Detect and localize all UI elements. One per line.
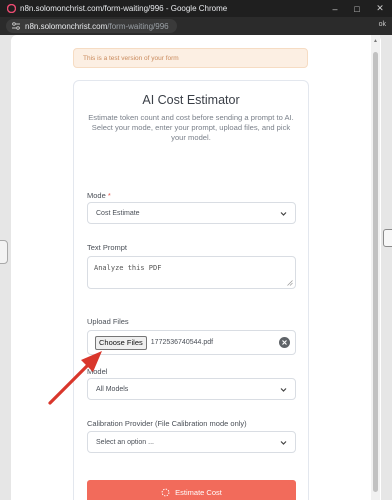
scroll-up-icon[interactable]: ▲: [373, 38, 378, 44]
calibration-select[interactable]: Select an option ...: [87, 431, 296, 453]
form-card: AI Cost Estimator Estimate token count a…: [73, 80, 309, 500]
model-select[interactable]: All Models: [87, 378, 296, 400]
chevron-down-icon: [280, 441, 287, 445]
prompt-label: Text Prompt: [87, 243, 128, 252]
required-mark: *: [107, 191, 111, 200]
mode-select-value: Cost Estimate: [96, 209, 140, 217]
test-version-banner: This is a test version of your form: [73, 48, 308, 68]
mode-select[interactable]: Cost Estimate: [87, 202, 296, 224]
selected-file-name: 1772536740544.pdf: [150, 339, 214, 346]
calibration-label: Calibration Provider (File Calibration m…: [87, 419, 247, 428]
estimate-cost-label: Estimate Cost: [175, 487, 222, 497]
annotation-arrow-icon: [48, 351, 102, 405]
mode-label: Mode *: [87, 191, 111, 200]
window-title: n8n.solomonchrist.com/form-waiting/996 -…: [20, 4, 228, 13]
close-icon[interactable]: ✕: [368, 0, 392, 17]
form-title: AI Cost Estimator: [142, 93, 240, 107]
close-icon: [282, 340, 287, 345]
prompt-text: Analyze this PDF: [94, 264, 162, 272]
window-titlebar: n8n.solomonchrist.com/form-waiting/996 -…: [0, 0, 392, 17]
background-workflow-node: [383, 229, 392, 247]
mode-label-text: Mode: [87, 191, 106, 200]
background-tab-text: ok: [378, 21, 386, 28]
prompt-textarea[interactable]: Analyze this PDF: [87, 256, 296, 289]
minimize-icon[interactable]: –: [324, 0, 346, 17]
calibration-select-value: Select an option ...: [96, 438, 154, 446]
n8n-app-icon: [7, 4, 16, 13]
chevron-down-icon: [280, 212, 287, 216]
url-field[interactable]: n8n.solomonchrist.com/form-waiting/996: [6, 19, 177, 33]
url-host: n8n.solomonchrist.com: [25, 21, 108, 31]
file-upload-field: Choose Files 1772536740544.pdf: [87, 330, 296, 355]
scrollbar-thumb[interactable]: [373, 52, 378, 492]
loading-spinner-icon: [161, 488, 170, 496]
form-modal: This is a test version of your form AI C…: [11, 35, 381, 500]
estimate-cost-button[interactable]: Estimate Cost: [87, 480, 296, 500]
url-path: /form-waiting/996: [107, 21, 169, 31]
upload-label: Upload Files: [87, 317, 129, 326]
chevron-down-icon: [280, 388, 287, 392]
background-workflow-node: [0, 240, 8, 264]
clear-file-button[interactable]: [279, 337, 290, 348]
address-bar: n8n.solomonchrist.com/form-waiting/996: [0, 17, 392, 35]
maximize-icon[interactable]: □: [346, 0, 368, 17]
resize-handle-icon[interactable]: [287, 280, 293, 286]
form-description: Estimate token count and cost before sen…: [88, 113, 294, 142]
site-info-icon[interactable]: [11, 22, 21, 30]
